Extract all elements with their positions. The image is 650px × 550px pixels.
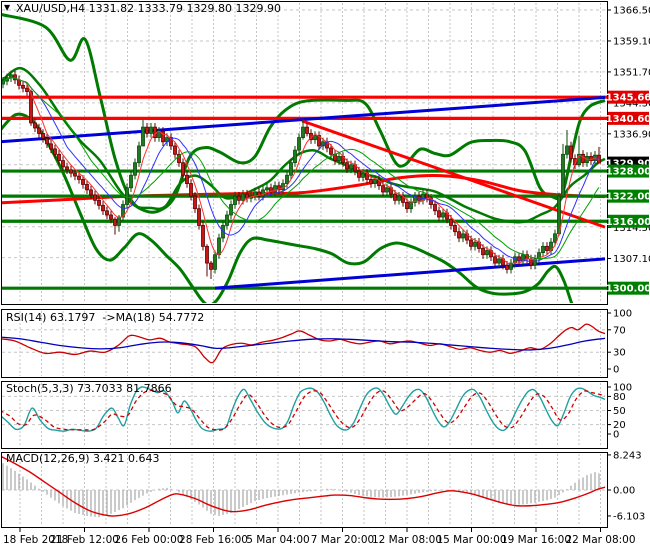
price-badge-text: 1322.00 [606,192,650,203]
time-axis-label: 26 Feb 00:00 [115,534,184,546]
time-axis-label: 28 Feb 16:00 [179,534,248,546]
price-axis[interactable]: 1366.501359.101351.701344.301336.901314.… [606,6,650,295]
time-axis-label: 7 Mar 20:00 [311,534,374,546]
time-axis-label: 15 Mar 00:00 [436,534,506,546]
macd-axis[interactable]: 8.243 0.00 -6.103 [608,450,645,522]
rsi-axis[interactable]: 100 70 30 0 [608,309,632,376]
price-axis-label: 1359.10 [613,36,650,47]
price-badge-text: 1316.00 [606,217,650,228]
symbol-caret-icon[interactable]: ▼ [4,3,10,12]
axis-label: 70 [613,325,626,336]
axis-label: 50 [613,406,626,417]
time-axis-label: 19 Mar 16:00 [501,534,571,546]
stoch-axis[interactable]: 1008050200 [608,383,632,441]
chart-window: 1366.501359.101351.701344.301336.901314.… [0,0,650,550]
price-badge-text: 1328.00 [606,167,650,178]
axis-label: 80 [613,392,626,403]
chart-canvas[interactable]: 1366.501359.101351.701344.301336.901314.… [0,0,650,550]
price-axis-label: 1307.10 [613,254,650,265]
price-axis-label: 1366.50 [613,6,650,17]
time-axis[interactable]: 18 Feb 201821 Feb 12:0026 Feb 00:0028 Fe… [1,527,636,546]
time-axis-label: 5 Mar 04:00 [246,534,309,546]
time-axis-label: 22 Mar 08:00 [565,534,635,546]
stoch-panel[interactable] [1,381,608,449]
price-badge-text: 1340.60 [606,114,650,125]
time-axis-label: 21 Feb 12:00 [50,534,119,546]
axis-label: 0 [613,365,619,376]
axis-label: 8.243 [613,450,642,461]
price-badge-text: 1345.66 [606,93,650,104]
time-axis-label: 12 Mar 08:00 [372,534,442,546]
axis-label: -6.103 [613,511,645,522]
axis-label: 30 [613,348,626,359]
price-axis-label: 1351.70 [613,67,650,78]
axis-label: 0 [613,430,619,441]
rsi-panel[interactable] [1,309,608,378]
price-badge-text: 1300.00 [606,284,650,295]
axis-label: 0.00 [613,486,635,497]
price-axis-label: 1336.90 [613,129,650,140]
axis-label: 100 [613,309,632,320]
